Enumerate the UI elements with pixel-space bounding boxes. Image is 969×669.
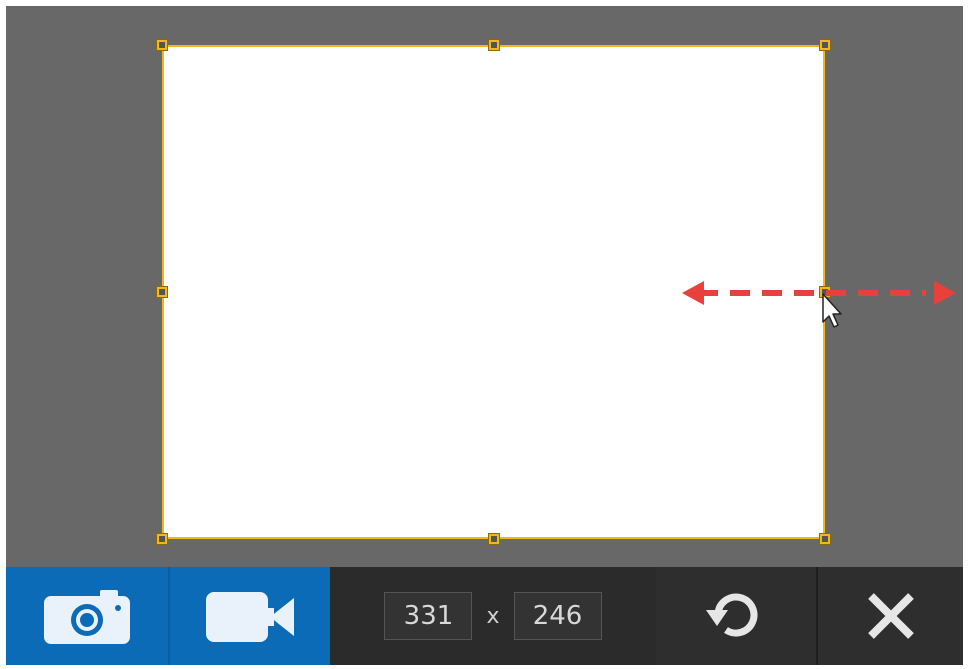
capture-image-button[interactable] xyxy=(6,567,168,665)
close-icon xyxy=(867,593,914,639)
capture-overlay[interactable]: 331 x 246 xyxy=(6,6,963,665)
resize-handle-top-center[interactable] xyxy=(488,39,500,51)
resize-handle-top-left[interactable] xyxy=(156,39,168,51)
capture-video-button[interactable] xyxy=(168,567,330,665)
capture-toolbar: 331 x 246 xyxy=(6,567,963,665)
height-input[interactable]: 246 xyxy=(513,592,602,640)
width-input[interactable]: 331 xyxy=(384,592,473,640)
reset-button[interactable] xyxy=(656,567,816,665)
camera-icon xyxy=(44,590,130,644)
video-camera-icon xyxy=(206,592,294,642)
capture-selection-area[interactable] xyxy=(162,45,825,539)
selection-size-display: 331 x 246 xyxy=(330,567,656,665)
close-button[interactable] xyxy=(818,567,963,665)
resize-handle-middle-left[interactable] xyxy=(156,286,168,298)
rotate-ccw-icon xyxy=(706,593,758,637)
mouse-cursor-icon xyxy=(822,293,842,328)
resize-handle-top-right[interactable] xyxy=(819,39,831,51)
resize-handle-middle-right[interactable] xyxy=(819,286,831,298)
size-separator: x xyxy=(486,603,500,629)
resize-handle-bottom-right[interactable] xyxy=(819,533,831,545)
resize-handle-bottom-center[interactable] xyxy=(488,533,500,545)
resize-handle-bottom-left[interactable] xyxy=(156,533,168,545)
